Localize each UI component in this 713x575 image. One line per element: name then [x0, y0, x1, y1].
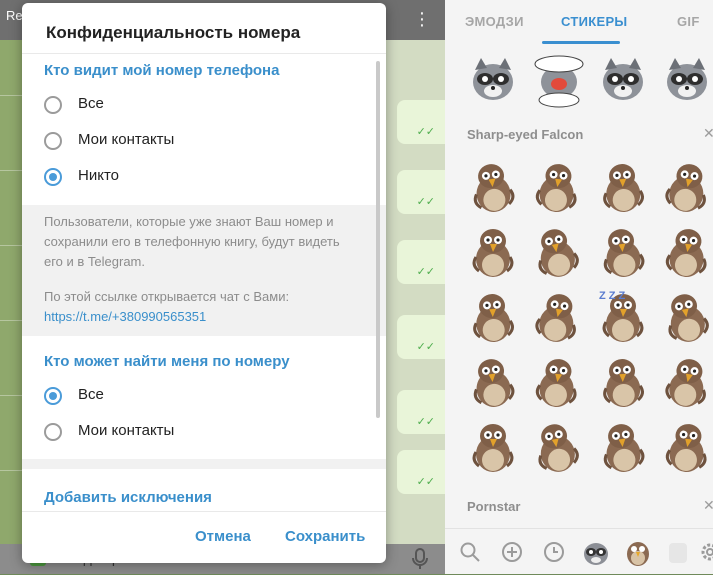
falcon-sticker[interactable] — [597, 160, 649, 216]
read-check-icon: ✓✓ — [416, 265, 435, 278]
falcon-sticker[interactable] — [531, 420, 583, 476]
tab-stickers[interactable]: СТИКЕРЫ — [561, 14, 627, 29]
chat-list-divider — [0, 170, 22, 171]
radio-option-my-contacts[interactable]: Мои контакты — [44, 129, 364, 157]
falcon-sticker[interactable] — [467, 225, 519, 281]
falcon-sticker[interactable] — [531, 225, 583, 281]
message-bubble[interactable]: ✓✓ — [397, 170, 445, 214]
sticker-set-bar — [445, 528, 713, 575]
raccoon-sticker[interactable] — [661, 54, 713, 110]
radio-option-everyone[interactable]: Все — [44, 384, 364, 412]
message-bubble[interactable]: ✓✓ — [397, 315, 445, 359]
falcon-sticker[interactable] — [467, 420, 519, 476]
phone-privacy-dialog: Конфиденциальность номера Кто видит мой … — [22, 3, 386, 563]
sticker-tabs: ЭМОДЗИ СТИКЕРЫ GIF — [445, 0, 713, 44]
falcon-sticker[interactable] — [597, 420, 649, 476]
message-column: ✓✓ ✓✓ ✓✓ ✓✓ ✓✓ ✓✓ — [385, 40, 445, 574]
falcon-sticker[interactable] — [597, 225, 649, 281]
close-icon[interactable]: ✕ — [703, 497, 713, 514]
info-line: Пользователи, которые уже знают Ваш номе… — [44, 214, 334, 229]
read-check-icon: ✓✓ — [416, 125, 435, 138]
chat-list-divider — [0, 245, 22, 246]
section-heading-who-can-find: Кто может найти меня по номеру — [44, 353, 290, 370]
active-tab-indicator — [542, 41, 620, 44]
radio-button[interactable] — [44, 96, 62, 114]
section-separator — [22, 459, 386, 469]
falcon-sticker[interactable] — [661, 160, 713, 216]
chat-list-divider — [0, 320, 22, 321]
radio-option-everyone[interactable]: Все — [44, 93, 364, 121]
message-bubble[interactable]: ✓✓ — [397, 390, 445, 434]
dialog-scroll-area[interactable]: Кто видит мой номер телефона Все Мои кон… — [22, 54, 386, 511]
sticker-set-title: Pornstar — [467, 499, 521, 514]
falcon-sticker[interactable] — [467, 160, 519, 216]
falcon-sticker[interactable] — [661, 290, 713, 346]
radio-label: Мои контакты — [78, 131, 175, 148]
falcon-sticker[interactable] — [531, 160, 583, 216]
search-icon[interactable] — [459, 541, 481, 563]
cancel-button[interactable]: Отмена — [195, 528, 251, 545]
falcon-set-icon[interactable] — [623, 537, 653, 567]
radio-button-selected[interactable] — [44, 387, 62, 405]
radio-button-selected[interactable] — [44, 168, 62, 186]
divider — [22, 511, 386, 512]
message-bubble[interactable]: ✓✓ — [397, 100, 445, 144]
settings-icon[interactable] — [699, 541, 713, 563]
info-line: его и в Telegram. — [44, 254, 145, 269]
save-button[interactable]: Сохранить — [285, 528, 365, 545]
radio-label: Мои контакты — [78, 422, 175, 439]
radio-label: Все — [78, 386, 104, 403]
falcon-sticker[interactable] — [467, 290, 519, 346]
section-heading-who-sees-number: Кто видит мой номер телефона — [44, 62, 280, 79]
message-bubble[interactable]: ✓✓ — [397, 240, 445, 284]
falcon-sticker[interactable] — [531, 290, 583, 346]
info-line: сохранили его в телефонную книгу, будут … — [44, 234, 340, 249]
chat-list-divider — [0, 395, 22, 396]
raccoon-set-icon[interactable] — [581, 537, 611, 567]
recent-clock-icon[interactable] — [543, 541, 565, 563]
chat-list-divider — [0, 95, 22, 96]
sticker-set-title: Sharp-eyed Falcon — [467, 127, 584, 142]
read-check-icon: ✓✓ — [416, 340, 435, 353]
tab-gif[interactable]: GIF — [677, 14, 700, 29]
scrollbar[interactable] — [376, 61, 380, 418]
raccoon-sticker[interactable] — [467, 54, 519, 110]
falcon-sticker[interactable] — [531, 355, 583, 411]
chat-title: Re — [6, 8, 23, 23]
tab-emoji[interactable]: ЭМОДЗИ — [465, 14, 524, 29]
radio-label: Никто — [78, 167, 119, 184]
chat-list-divider — [0, 470, 22, 471]
falcon-sticker[interactable] — [467, 355, 519, 411]
read-check-icon: ✓✓ — [416, 415, 435, 428]
radio-button[interactable] — [44, 132, 62, 150]
radio-option-my-contacts[interactable]: Мои контакты — [44, 420, 364, 448]
falcon-sticker[interactable] — [597, 355, 649, 411]
dialog-title: Конфиденциальность номера — [46, 23, 301, 42]
falcon-sticker[interactable] — [661, 225, 713, 281]
sticker-panel: ЭМОДЗИ СТИКЕРЫ GIF Sharp-eyed Falcon ✕ Z… — [445, 0, 713, 574]
read-check-icon: ✓✓ — [416, 195, 435, 208]
message-bubble[interactable]: ✓✓ — [397, 450, 445, 494]
falcon-sticker[interactable] — [661, 355, 713, 411]
falcon-sticker[interactable] — [661, 420, 713, 476]
radio-option-nobody[interactable]: Никто — [44, 165, 364, 193]
more-menu-icon[interactable]: · · · — [416, 3, 428, 35]
zzz-text: Z Z Z — [599, 290, 626, 302]
add-icon[interactable] — [501, 541, 523, 563]
share-number-link[interactable]: https://t.me/+380990565351 — [44, 309, 206, 324]
link-caption: По этой ссылке открывается чат с Вами: — [44, 289, 290, 304]
radio-label: Все — [78, 95, 104, 112]
microphone-icon[interactable] — [410, 548, 430, 570]
add-exceptions-link[interactable]: Добавить исключения — [44, 489, 212, 506]
radio-button[interactable] — [44, 423, 62, 441]
info-box: Пользователи, которые уже знают Ваш номе… — [22, 205, 386, 336]
raccoon-sticker[interactable] — [597, 54, 649, 110]
close-icon[interactable]: ✕ — [703, 125, 713, 142]
sticker-set-thumb[interactable] — [669, 543, 687, 563]
read-check-icon: ✓✓ — [416, 475, 435, 488]
joke-sticker[interactable] — [531, 52, 584, 108]
